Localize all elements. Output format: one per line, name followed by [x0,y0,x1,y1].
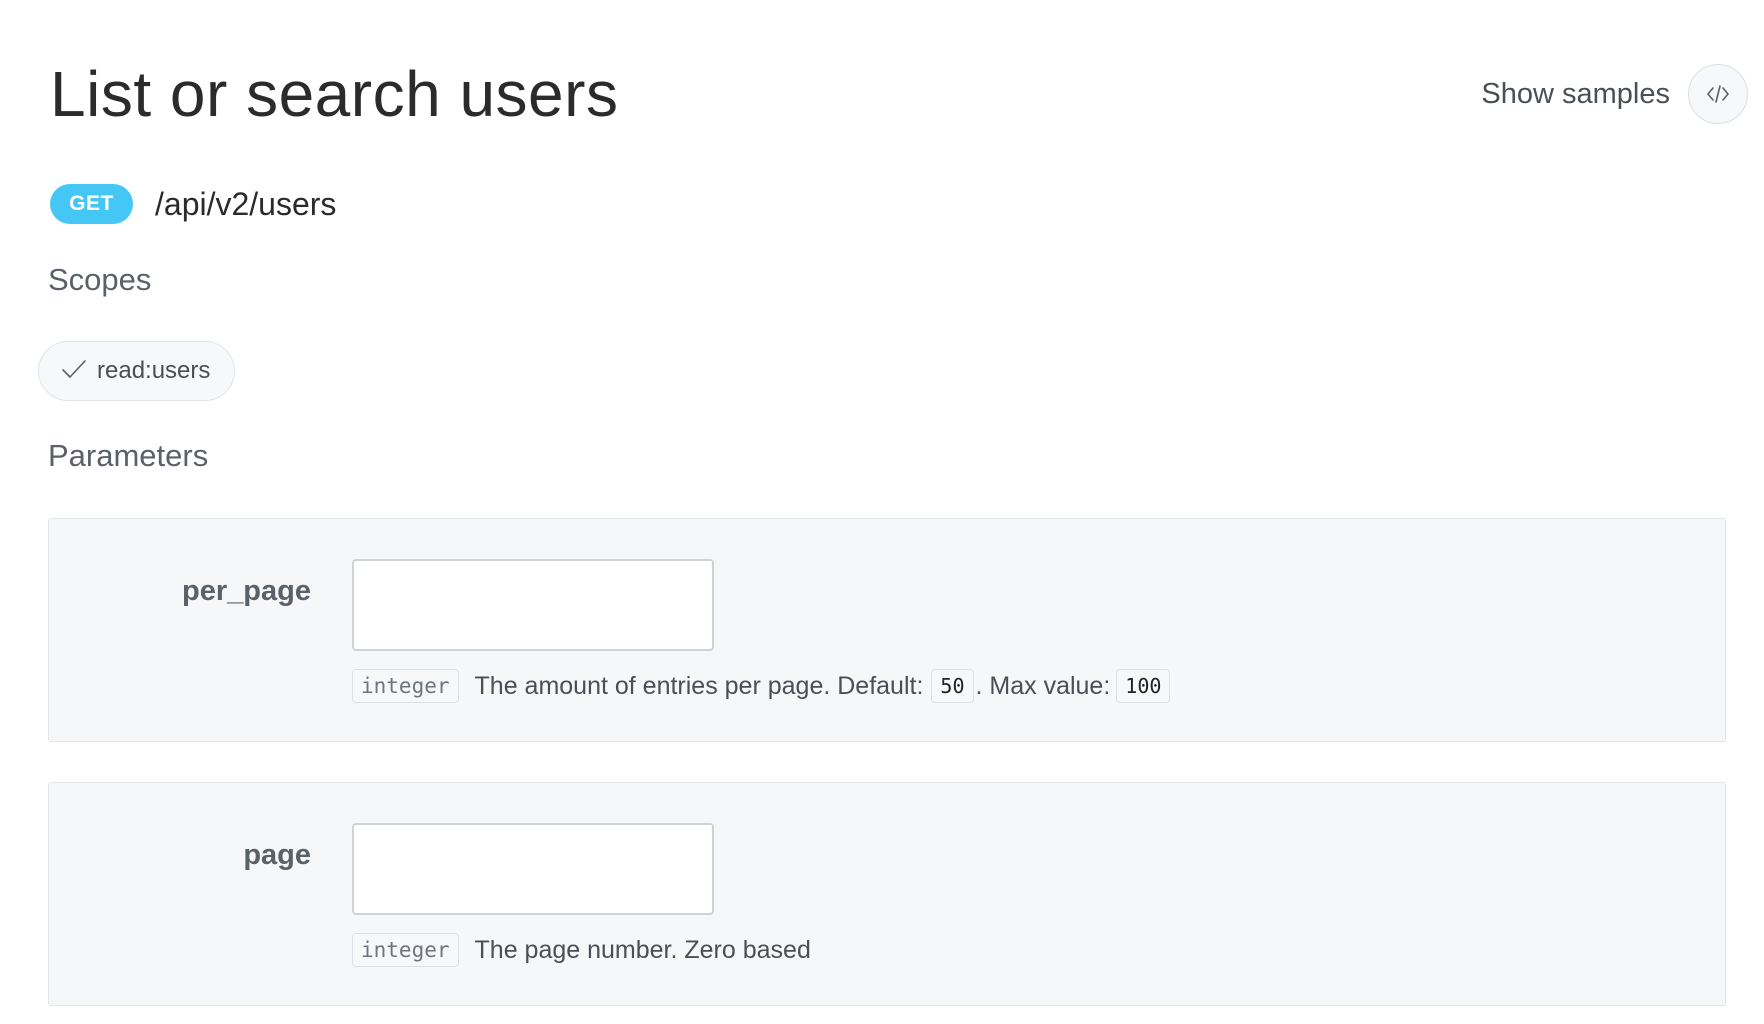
page-input[interactable] [352,823,714,915]
code-icon[interactable] [1688,64,1748,124]
endpoint: GET /api/v2/users [50,184,336,224]
description-text: The amount of entries per page. Default: [474,671,924,700]
check-icon [61,359,87,384]
type-tag: integer [352,933,459,967]
scopes-heading: Scopes [48,262,152,297]
api-endpoint-page: List or search users Show samples GET /a… [0,0,1764,1024]
description-text: The page number. Zero based [474,935,811,964]
default-value-code: 50 [931,669,974,703]
http-method-badge: GET [50,184,133,224]
show-samples-button[interactable]: Show samples [1481,64,1748,124]
max-value-code: 100 [1116,669,1171,703]
parameters-heading: Parameters [48,438,209,473]
parameter-card-page: page integer The page number. Zero based [48,782,1726,1006]
description-middle-text: . Max value: [975,671,1111,700]
page-title: List or search users [50,58,619,130]
parameter-description: integer The amount of entries per page. … [352,669,1176,703]
scope-pill-read-users[interactable]: read:users [38,341,236,401]
scope-label: read:users [97,357,211,384]
parameter-description: integer The page number. Zero based [352,933,811,967]
endpoint-path: /api/v2/users [155,185,337,222]
type-tag: integer [352,669,459,703]
parameter-card-per-page: per_page integer The amount of entries p… [48,518,1726,742]
show-samples-label: Show samples [1481,77,1670,110]
parameter-name: per_page [182,575,311,607]
parameter-name: page [243,839,311,871]
per-page-input[interactable] [352,559,714,651]
